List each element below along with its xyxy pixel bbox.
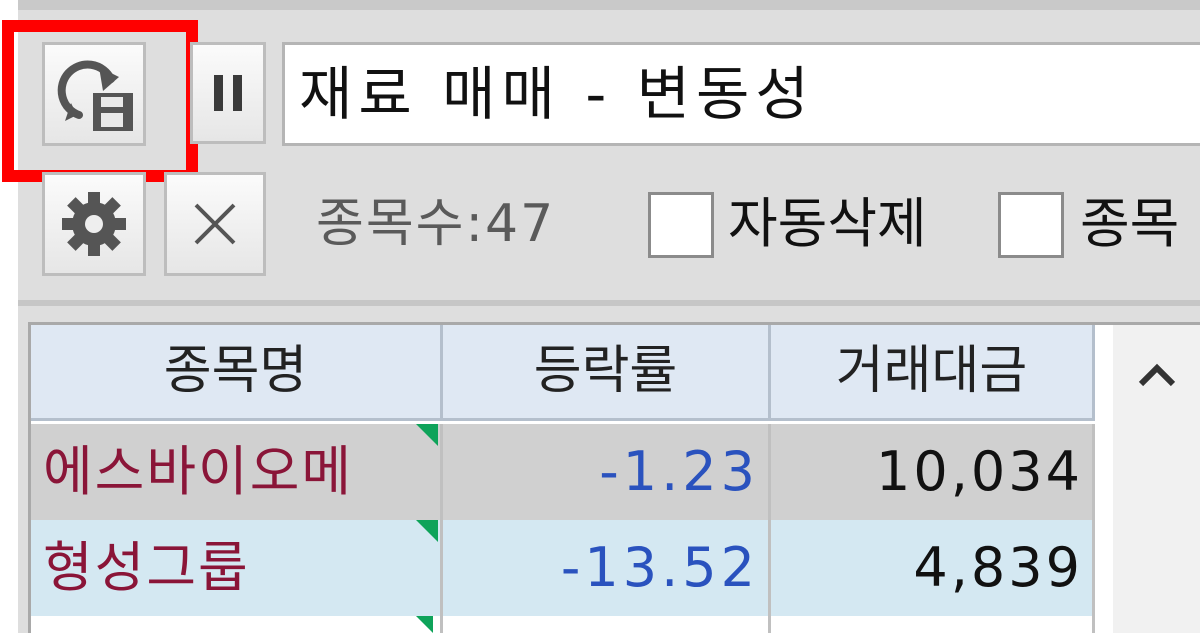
stock-count-label: 종목수:47 xyxy=(316,194,556,254)
table-cell-amount[interactable]: 4,839 xyxy=(771,520,1095,616)
green-corner-flag-icon xyxy=(416,424,438,446)
column-divider xyxy=(1092,424,1095,633)
gear-icon xyxy=(62,192,126,256)
condition-title-field[interactable]: 재료 매매 - 변동성 xyxy=(282,42,1200,146)
stock-option-checkbox[interactable] xyxy=(998,192,1064,258)
column-header-rate[interactable]: 등락률 xyxy=(443,325,771,421)
column-divider xyxy=(768,424,771,633)
top-border xyxy=(18,0,1200,10)
table-cell-name[interactable]: 에스바이오메 xyxy=(31,424,443,520)
pause-icon xyxy=(214,75,242,111)
table-cell-rate[interactable] xyxy=(443,616,771,633)
chevron-up-icon xyxy=(1138,363,1175,387)
settings-button[interactable] xyxy=(42,172,146,276)
autodelete-checkbox[interactable] xyxy=(648,192,714,258)
green-corner-flag-icon xyxy=(416,616,433,633)
table-cell-name[interactable]: 형성그룹 xyxy=(31,520,443,616)
table-cell-amount[interactable] xyxy=(771,616,1095,633)
close-icon xyxy=(194,203,236,245)
pause-button[interactable] xyxy=(190,42,266,144)
table-cell-amount[interactable]: 10,034 xyxy=(771,424,1095,520)
table-cell-rate[interactable]: -13.52 xyxy=(443,520,771,616)
table-cell-rate[interactable]: -1.23 xyxy=(443,424,771,520)
table-cell-name[interactable] xyxy=(31,616,443,633)
column-divider xyxy=(440,424,443,633)
column-header-amount[interactable]: 거래대금 xyxy=(771,325,1095,421)
scroll-up-button[interactable] xyxy=(1113,325,1200,425)
close-button[interactable] xyxy=(164,172,266,276)
green-corner-flag-icon xyxy=(416,520,438,542)
column-header-name[interactable]: 종목명 xyxy=(31,325,443,421)
stock-option-label: 종목 xyxy=(1080,192,1180,255)
autodelete-label: 자동삭제 xyxy=(728,192,927,255)
toolbar-separator xyxy=(18,300,1200,306)
highlight-box xyxy=(2,20,198,182)
